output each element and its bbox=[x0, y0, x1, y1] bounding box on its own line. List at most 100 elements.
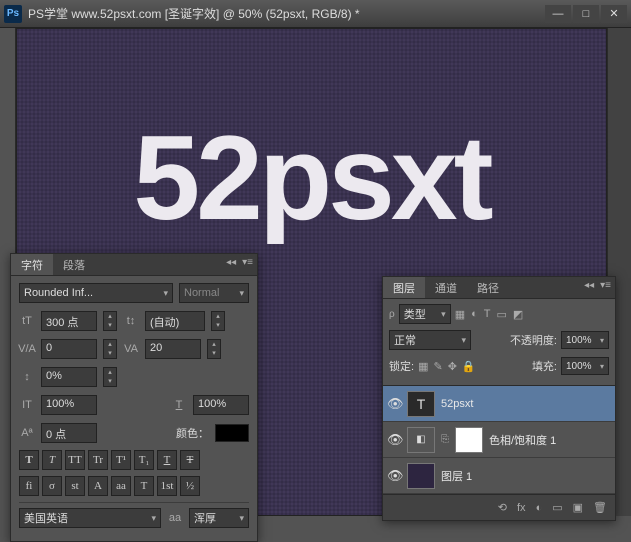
window-title: PS学堂 www.52psxt.com [圣诞字效] @ 50% (52psxt… bbox=[28, 5, 545, 22]
app-icon: Ps bbox=[4, 5, 22, 23]
tab-character[interactable]: 字符 bbox=[11, 254, 53, 275]
font-size-icon: tT bbox=[19, 315, 35, 327]
leading-input[interactable]: (自动) bbox=[145, 311, 205, 331]
layer-mask-icon[interactable]: ◐ bbox=[536, 502, 543, 514]
leading-icon: t↕ bbox=[123, 315, 139, 327]
lock-transparent-icon[interactable]: ▦ bbox=[418, 360, 428, 373]
antialias-icon: aa bbox=[167, 512, 183, 524]
blend-mode-dropdown[interactable]: 正常 bbox=[389, 330, 471, 350]
font-size-input[interactable]: 300 点 bbox=[41, 311, 97, 331]
font-size-spinner[interactable]: ▴▾ bbox=[103, 311, 117, 331]
lock-label: 锁定: bbox=[389, 358, 414, 374]
color-swatch[interactable] bbox=[215, 424, 249, 442]
tab-layers[interactable]: 图层 bbox=[383, 277, 425, 298]
kerning-spinner[interactable]: ▴▾ bbox=[103, 339, 117, 359]
ligature-button[interactable]: fi bbox=[19, 476, 39, 496]
close-button[interactable]: ✕ bbox=[601, 5, 627, 23]
char-panel-tabs: 字符 段落 ◂◂ ▾≡ bbox=[11, 254, 257, 276]
fractions-button[interactable]: ½ bbox=[180, 476, 200, 496]
character-panel: 字符 段落 ◂◂ ▾≡ Rounded Inf... Normal tT 300… bbox=[10, 253, 258, 542]
delete-layer-icon[interactable]: 🗑 bbox=[593, 501, 607, 514]
filter-type-icons: ▦ ◐ T ▭ ◩ bbox=[455, 308, 524, 321]
panel-collapse-icon[interactable]: ◂◂ bbox=[226, 257, 236, 268]
lock-position-icon[interactable]: ✥ bbox=[448, 360, 457, 373]
maximize-button[interactable]: □ bbox=[573, 5, 599, 23]
canvas-text-layer: 52psxt bbox=[133, 109, 489, 247]
lock-all-icon[interactable]: 🔒 bbox=[462, 360, 476, 373]
layer-name[interactable]: 52psxt bbox=[441, 398, 473, 410]
layer-item[interactable]: 👁 图层 1 bbox=[383, 458, 615, 494]
filter-shape-icon[interactable]: ▭ bbox=[497, 308, 507, 321]
new-group-icon[interactable]: ▭ bbox=[552, 501, 562, 514]
filter-adjust-icon[interactable]: ◐ bbox=[471, 308, 478, 321]
smallcaps-button[interactable]: Tr bbox=[88, 450, 108, 470]
filter-pixel-icon[interactable]: ▦ bbox=[455, 308, 465, 321]
tab-channels[interactable]: 通道 bbox=[425, 277, 467, 298]
tab-paragraph[interactable]: 段落 bbox=[53, 254, 95, 275]
layer-name[interactable]: 色相/饱和度 1 bbox=[489, 432, 556, 448]
kerning-input[interactable]: 0 bbox=[41, 339, 97, 359]
tracking-input[interactable]: 20 bbox=[145, 339, 201, 359]
bold-button[interactable]: T bbox=[19, 450, 39, 470]
kerning-icon: V/A bbox=[19, 343, 35, 355]
minimize-button[interactable]: — bbox=[545, 5, 571, 23]
layer-fx-icon[interactable]: fx bbox=[517, 502, 526, 514]
link-layers-icon[interactable]: ⟲ bbox=[498, 501, 507, 514]
stylistic-button[interactable]: aa bbox=[111, 476, 131, 496]
window-controls: — □ ✕ bbox=[545, 5, 627, 23]
opacity-input[interactable]: 100% bbox=[561, 331, 609, 349]
tab-paths[interactable]: 路径 bbox=[467, 277, 509, 298]
subscript-button[interactable]: T₁ bbox=[134, 450, 154, 470]
opentype-buttons: fi σ st A aa T 1st ½ bbox=[19, 476, 249, 496]
layer-thumb-adjust: ◧ bbox=[407, 427, 435, 453]
antialias-dropdown[interactable]: 浑厚 bbox=[189, 508, 249, 528]
font-family-dropdown[interactable]: Rounded Inf... bbox=[19, 283, 173, 303]
tracking-icon: VA bbox=[123, 343, 139, 355]
strikethrough-button[interactable]: Ŧ bbox=[180, 450, 200, 470]
language-dropdown[interactable]: 美国英语 bbox=[19, 508, 161, 528]
filter-kind-dropdown[interactable]: 类型 bbox=[399, 304, 451, 324]
allcaps-button[interactable]: TT bbox=[65, 450, 85, 470]
font-style-dropdown[interactable]: Normal bbox=[179, 283, 249, 303]
hscale-input[interactable]: 100% bbox=[193, 395, 249, 415]
link-icon: ⎘ bbox=[441, 434, 449, 445]
discretionary-button[interactable]: st bbox=[65, 476, 85, 496]
vscale-input[interactable]: 100% bbox=[41, 395, 97, 415]
layer-thumb-text: T bbox=[407, 391, 435, 417]
visibility-icon[interactable]: 👁 bbox=[387, 468, 401, 484]
layer-mask-thumb bbox=[455, 427, 483, 453]
height-spinner[interactable]: ▴▾ bbox=[103, 367, 117, 387]
type-style-buttons: T T TT Tr T¹ T₁ T Ŧ bbox=[19, 450, 249, 470]
lock-icons: ▦ ✎ ✥ 🔒 bbox=[418, 360, 476, 373]
vscale-icon: IT bbox=[19, 399, 35, 411]
underline-button[interactable]: T bbox=[157, 450, 177, 470]
ordinals-button[interactable]: 1st bbox=[157, 476, 177, 496]
swash-button[interactable]: A bbox=[88, 476, 108, 496]
baseline-input[interactable]: 0 点 bbox=[41, 423, 97, 443]
leading-spinner[interactable]: ▴▾ bbox=[211, 311, 225, 331]
italic-button[interactable]: T bbox=[42, 450, 62, 470]
contextual-button[interactable]: σ bbox=[42, 476, 62, 496]
superscript-button[interactable]: T¹ bbox=[111, 450, 131, 470]
panel-menu-icon[interactable]: ▾≡ bbox=[242, 257, 253, 268]
panel-menu-icon[interactable]: ▾≡ bbox=[600, 280, 611, 291]
layer-thumb-image bbox=[407, 463, 435, 489]
filter-smart-icon[interactable]: ◩ bbox=[513, 308, 523, 321]
layer-item[interactable]: 👁 ◧ ⎘ 色相/饱和度 1 bbox=[383, 422, 615, 458]
hscale-icon: T bbox=[171, 399, 187, 411]
new-layer-icon[interactable]: ▣ bbox=[573, 501, 583, 514]
fill-input[interactable]: 100% bbox=[561, 357, 609, 375]
filter-kind-icon[interactable]: ρ bbox=[389, 309, 395, 320]
layer-item[interactable]: 👁 T 52psxt bbox=[383, 386, 615, 422]
visibility-icon[interactable]: 👁 bbox=[387, 396, 401, 412]
titling-button[interactable]: T bbox=[134, 476, 154, 496]
height-input[interactable]: 0% bbox=[41, 367, 97, 387]
window-titlebar: Ps PS学堂 www.52psxt.com [圣诞字效] @ 50% (52p… bbox=[0, 0, 631, 28]
layer-name[interactable]: 图层 1 bbox=[441, 468, 472, 484]
visibility-icon[interactable]: 👁 bbox=[387, 432, 401, 448]
baseline-icon: Aª bbox=[19, 427, 35, 439]
tracking-spinner[interactable]: ▴▾ bbox=[207, 339, 221, 359]
lock-pixels-icon[interactable]: ✎ bbox=[433, 360, 442, 373]
filter-type-icon[interactable]: T bbox=[484, 308, 491, 321]
panel-collapse-icon[interactable]: ◂◂ bbox=[584, 280, 594, 291]
